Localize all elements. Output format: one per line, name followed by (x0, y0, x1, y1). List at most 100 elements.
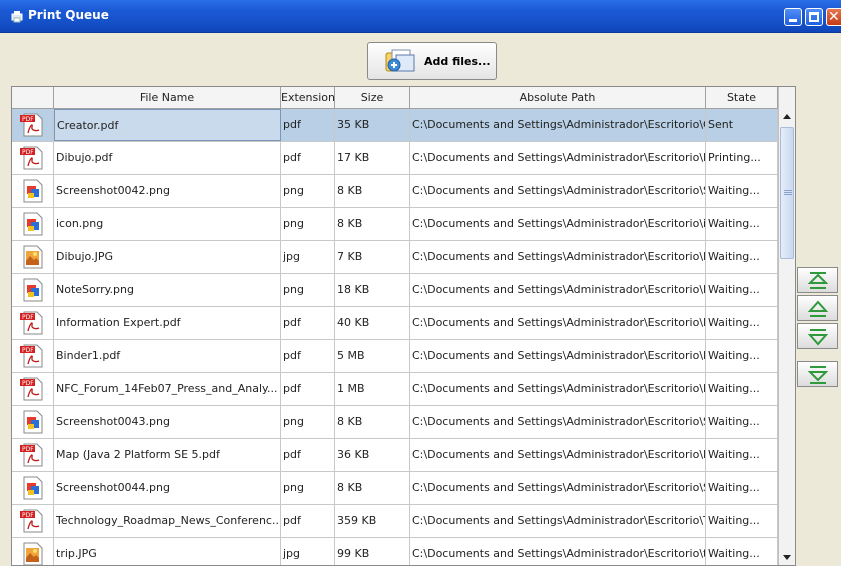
cell-size: 8 KB (335, 208, 410, 240)
move-to-top-icon (808, 272, 828, 289)
table-row[interactable]: icon.png png 8 KB C:\Documents and Settings… (12, 208, 778, 241)
print-queue-table[interactable]: File Name Extension Size Absolute Path S… (11, 86, 796, 566)
cell-file-name: Screenshot0042.png (54, 175, 281, 207)
scrollbar-thumb[interactable] (780, 127, 794, 259)
pdf-file-icon: PDF (12, 109, 54, 141)
cell-file-name: Dibujo.pdf (54, 142, 281, 174)
table-header: File Name Extension Size Absolute Path S… (12, 87, 778, 109)
cell-absolute-path: C:\Documents and Settings\Administrador\… (410, 307, 706, 339)
minimize-icon (789, 19, 797, 22)
move-to-bottom-icon (808, 366, 828, 384)
table-row[interactable]: PDF Binder1.pdf pdf 5 MB C:\Documents and Se… (12, 340, 778, 373)
cell-size: 8 KB (335, 175, 410, 207)
cell-extension: png (281, 208, 335, 240)
grip-icon (784, 190, 792, 191)
pdf-file-icon: PDF (12, 373, 54, 405)
close-icon: ✕ (828, 9, 840, 25)
move-to-bottom-button[interactable] (797, 361, 838, 387)
table-row[interactable]: PDF Map (Java 2 Platform SE 5.pdf pdf 36 KB… (12, 439, 778, 472)
cell-extension: pdf (281, 142, 335, 174)
cell-file-name: NoteSorry.png (54, 274, 281, 306)
cell-size: 1 MB (335, 373, 410, 405)
png-file-icon (12, 175, 54, 207)
cell-extension: pdf (281, 373, 335, 405)
png-icon (23, 212, 43, 236)
cell-absolute-path: C:\Documents and Settings\Administrador\… (410, 373, 706, 405)
add-files-label: Add files... (424, 55, 491, 68)
cell-file-name: trip.JPG (54, 538, 281, 565)
table-row[interactable]: PDF NFC_Forum_14Feb07_Press_and_Analy... p… (12, 373, 778, 406)
cell-size: 359 KB (335, 505, 410, 537)
cell-state: Waiting... (706, 208, 778, 240)
svg-text:PDF: PDF (22, 149, 34, 156)
header-state[interactable]: State (706, 87, 778, 109)
svg-text:PDF: PDF (22, 347, 34, 354)
png-file-icon (12, 274, 54, 306)
jpg-file-icon (12, 538, 54, 565)
title-bar[interactable]: Print Queue ✕ (0, 0, 841, 33)
move-up-icon (808, 300, 828, 317)
cell-state: Printing... (706, 142, 778, 174)
scroll-down-icon[interactable] (779, 549, 795, 565)
table-row[interactable]: PDF Information Expert.pdf pdf 40 KB C:\Docu… (12, 307, 778, 340)
cell-extension: pdf (281, 340, 335, 372)
move-to-top-button[interactable] (797, 267, 838, 293)
pdf-file-icon: PDF (12, 505, 54, 537)
png-file-icon (12, 472, 54, 504)
table-row[interactable]: PDF Technology_Roadmap_News_Conferenc... p… (12, 505, 778, 538)
table-row[interactable]: Screenshot0043.png png 8 KB C:\Documents an… (12, 406, 778, 439)
cell-file-name: icon.png (54, 208, 281, 240)
cell-size: 7 KB (335, 241, 410, 273)
table-row[interactable]: NoteSorry.png png 18 KB C:\Documents and Se… (12, 274, 778, 307)
cell-extension: png (281, 175, 335, 207)
move-up-button[interactable] (797, 295, 838, 321)
cell-state: Waiting... (706, 340, 778, 372)
cell-file-name: NFC_Forum_14Feb07_Press_and_Analy... (54, 373, 281, 405)
table-row[interactable]: PDF Dibujo.pdf pdf 17 KB C:\Documents and Se… (12, 142, 778, 175)
cell-file-name: Dibujo.JPG (54, 241, 281, 273)
cell-size: 18 KB (335, 274, 410, 306)
cell-absolute-path: C:\Documents and Settings\Administrador\… (410, 340, 706, 372)
cell-state: Waiting... (706, 472, 778, 504)
cell-absolute-path: C:\Documents and Settings\Administrador\… (410, 406, 706, 438)
table-row[interactable]: Screenshot0044.png png 8 KB C:\Documents an… (12, 472, 778, 505)
cell-state: Waiting... (706, 307, 778, 339)
app-icon (11, 11, 23, 23)
cell-absolute-path: C:\Documents and Settings\Administrador\… (410, 439, 706, 471)
png-file-icon (12, 208, 54, 240)
svg-text:PDF: PDF (22, 314, 34, 321)
maximize-button[interactable] (805, 8, 823, 26)
table-row[interactable]: Screenshot0042.png png 8 KB C:\Documents an… (12, 175, 778, 208)
header-absolute-path[interactable]: Absolute Path (410, 87, 706, 109)
cell-file-name: Screenshot0043.png (54, 406, 281, 438)
vertical-scrollbar[interactable] (778, 87, 795, 565)
pdf-file-icon: PDF (12, 142, 54, 174)
minimize-button[interactable] (784, 8, 802, 26)
close-button[interactable]: ✕ (826, 8, 841, 26)
pdf-icon: PDF (20, 377, 43, 401)
cell-file-name: Screenshot0044.png (54, 472, 281, 504)
png-file-icon (12, 406, 54, 438)
header-size[interactable]: Size (335, 87, 410, 109)
pdf-file-icon: PDF (12, 307, 54, 339)
table-row[interactable]: Dibujo.JPG jpg 7 KB C:\Documents and Settin… (12, 241, 778, 274)
cell-extension: pdf (281, 505, 335, 537)
window-title: Print Queue (28, 8, 109, 22)
cell-absolute-path: C:\Documents and Settings\Administrador\… (410, 472, 706, 504)
add-files-button[interactable]: Add files... (367, 42, 497, 80)
svg-text:PDF: PDF (22, 512, 34, 519)
cell-size: 99 KB (335, 538, 410, 565)
move-down-button[interactable] (797, 323, 838, 349)
header-file-name[interactable]: File Name (54, 87, 281, 109)
cell-size: 5 MB (335, 340, 410, 372)
cell-absolute-path: C:\Documents and Settings\Administrador\… (410, 241, 706, 273)
table-row[interactable]: trip.JPG jpg 99 KB C:\Documents and Setting… (12, 538, 778, 565)
cell-extension: pdf (281, 307, 335, 339)
svg-text:PDF: PDF (22, 446, 34, 453)
header-extension[interactable]: Extension (281, 87, 335, 109)
cell-state: Sent (706, 109, 778, 141)
cell-size: 35 KB (335, 109, 410, 141)
table-row[interactable]: PDF Creator.pdf pdf 35 KB C:\Documents and S… (12, 109, 778, 142)
scroll-up-icon[interactable] (779, 109, 795, 125)
cell-file-name: Binder1.pdf (54, 340, 281, 372)
